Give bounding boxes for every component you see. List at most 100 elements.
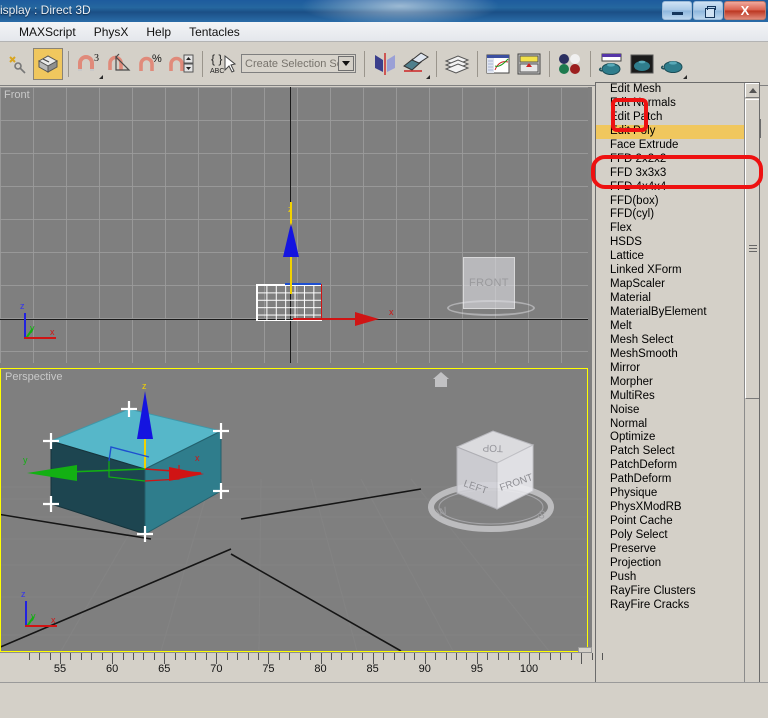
modifier-item[interactable]: Projection [596,557,744,571]
modifier-item[interactable]: Flex [596,222,744,236]
percent-snap-toggle-button[interactable]: % [136,48,166,80]
mirror-button[interactable] [370,48,400,80]
modifier-item[interactable]: Mesh Select [596,334,744,348]
modifier-dropdown-scrollbar[interactable] [744,83,759,712]
menu-bar[interactable]: MAXScript PhysX Help Tentacles [0,22,768,42]
modifier-item[interactable]: RayFire Cracks [596,599,744,613]
perspective-world-axes [1,488,422,651]
front-box-wireframe[interactable] [256,284,322,321]
modifier-dropdown-items[interactable]: Edit Mesh Edit Normals Edit Patch Edit Poly… [596,83,744,613]
scroll-thumb[interactable] [745,99,759,399]
modifier-item[interactable]: Physique [596,487,744,501]
tripod-y-label: y [30,323,35,333]
modifier-item[interactable]: Push [596,571,744,585]
svg-text:3: 3 [94,53,99,64]
status-bar[interactable]: .59cm Y: 2.863cm Z: 0.0cm Grid = 25.4cm … [0,682,768,718]
modifier-item[interactable]: Morpher [596,376,744,390]
front-gizmo-x-arrow[interactable] [355,312,379,326]
select-and-link-button[interactable] [2,48,32,80]
modifier-item[interactable]: FFD(box) [596,195,744,209]
window-controls[interactable]: X [662,1,766,20]
timeline-ruler[interactable]: 55 60 65 70 75 80 85 90 95 100 [0,652,603,682]
viewport-area[interactable]: Front z x FRONT z y x Perspective z y x … [0,87,592,718]
modifier-item[interactable]: HSDS [596,236,744,250]
modifier-item[interactable]: Normal [596,418,744,432]
modifier-item[interactable]: PhysXModRB [596,501,744,515]
modifier-item[interactable]: Melt [596,320,744,334]
modifier-item[interactable]: FFD(cyl) [596,208,744,222]
scroll-up-button[interactable] [745,83,759,98]
schematic-view-button[interactable] [514,48,544,80]
modifier-item[interactable]: Material [596,292,744,306]
angle-snap-toggle-button[interactable] [105,48,135,80]
modifier-item[interactable]: Mirror [596,362,744,376]
modifier-item[interactable]: MultiRes [596,390,744,404]
front-axis-tripod: z y x [14,301,58,349]
menu-item-physx[interactable]: PhysX [85,23,138,41]
timeline-tick [91,653,93,660]
perspective-scene[interactable]: z y x W S TOP LEFT FRONT [1,369,587,651]
modifier-item[interactable]: Edit Poly [596,124,744,139]
modifier-item[interactable]: Patch Select [596,445,744,459]
front-gizmo-z-arrow[interactable] [283,223,299,257]
modifier-item[interactable]: Face Extrude [596,139,744,153]
modifier-item[interactable]: Linked XForm [596,264,744,278]
named-selection-sets-button[interactable]: { } ABC [208,48,238,80]
material-editor-button[interactable] [555,48,585,80]
render-setup-button[interactable] [596,48,626,80]
menu-item-help[interactable]: Help [137,23,180,41]
modifier-item[interactable]: MapScaler [596,278,744,292]
chevron-down-icon[interactable] [338,56,354,71]
modifier-item[interactable]: FFD 2x2x2 [596,153,744,167]
minimize-button[interactable] [662,1,692,20]
timeline-tick [414,653,416,660]
select-object-button[interactable] [33,47,63,80]
modifier-item[interactable]: MaterialByElement [596,306,744,320]
modifier-item[interactable]: Noise [596,404,744,418]
timeline-tick [591,653,593,660]
restore-icon [703,5,716,18]
modifier-item[interactable]: PatchDeform [596,459,744,473]
modifier-item[interactable]: Lattice [596,250,744,264]
timeline-tick [174,653,176,660]
modifier-item[interactable]: Edit Mesh [596,83,744,97]
create-selection-set-combo[interactable]: Create Selection Set [241,54,356,73]
snaps-toggle-button[interactable]: 3 [74,48,104,80]
layer-manager-button[interactable] [442,48,472,80]
main-toolbar[interactable]: 3 % { } ABC Create Selection Set [0,42,768,86]
modifier-item[interactable]: Point Cache [596,515,744,529]
timeline-tick-label: 65 [158,663,171,675]
menu-item-maxscript[interactable]: MAXScript [10,23,85,41]
modifier-item[interactable]: RayFire Clusters [596,585,744,599]
curve-editor-button[interactable] [483,48,513,80]
modifier-item[interactable]: PathDeform [596,473,744,487]
tripod-z-label: z [20,301,25,311]
modifier-dropdown-list[interactable]: Edit Mesh Edit Normals Edit Patch Edit Poly… [595,82,760,713]
modifier-item[interactable]: Optimize [596,431,744,445]
modifier-item[interactable]: Edit Patch [596,111,744,125]
modifier-item[interactable]: FFD 3x3x3 [596,167,744,181]
modifier-item[interactable]: Edit Normals [596,97,744,111]
spinner-snap-toggle-button[interactable] [167,48,197,80]
modifier-item[interactable]: Preserve [596,543,744,557]
align-button[interactable] [401,48,431,80]
timeline-tick [539,653,541,660]
timeline-tick [456,653,458,660]
modifier-item[interactable]: Poly Select [596,529,744,543]
front-gizmo-x-label: x [389,307,394,317]
timeline-numbers: 55 60 65 70 75 80 85 90 95 100 [0,663,592,681]
tripod-x-axis [24,337,56,339]
render-production-button[interactable] [658,48,688,80]
front-viewcube[interactable]: FRONT [463,257,515,309]
close-button[interactable]: X [724,1,766,20]
window-title-bar[interactable]: isplay : Direct 3D X [0,0,768,22]
viewport-perspective[interactable]: Perspective z y x W S TOP LEFT FRONT z y… [0,368,588,652]
menu-item-tentacles[interactable]: Tentacles [180,23,249,41]
perspective-axis-tripod: z y x [15,589,59,637]
viewport-front[interactable]: Front z x FRONT z y x [0,87,588,363]
mirror-icon [375,52,395,75]
restore-button[interactable] [693,1,723,20]
modifier-item[interactable]: FFD 4x4x4 [596,181,744,195]
modifier-item[interactable]: MeshSmooth [596,348,744,362]
rendered-frame-window-button[interactable] [627,48,657,80]
